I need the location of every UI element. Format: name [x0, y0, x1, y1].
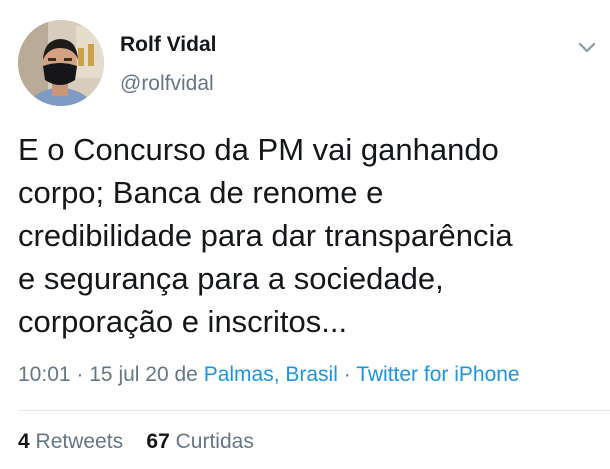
avatar-image — [18, 20, 104, 106]
tweet-time[interactable]: 10:01 — [18, 363, 71, 386]
tweet-text-line: credibilidade para dar transparência — [18, 218, 513, 253]
meta-separator: · — [76, 363, 84, 386]
tweet: Rolf Vidal @rolfvidal E o Concurso da PM… — [0, 0, 610, 469]
tweet-text-line: E o Concurso da PM vai ganhando — [18, 132, 499, 167]
author-handle[interactable]: @rolfvidal — [120, 72, 214, 96]
divider — [18, 410, 610, 411]
tweet-text-line: corpo; Banca de renome e — [18, 175, 384, 210]
author-name[interactable]: Rolf Vidal — [120, 33, 216, 57]
likes-count: 67 — [146, 430, 170, 453]
tweet-date[interactable]: 15 jul 20 de — [89, 363, 198, 386]
tweet-text-line: corporação e inscritos... — [18, 304, 348, 339]
likes-stat[interactable]: 67 Curtidas — [146, 430, 253, 453]
avatar[interactable] — [18, 20, 104, 106]
retweets-count: 4 — [18, 430, 30, 453]
likes-label: Curtidas — [175, 430, 254, 453]
tweet-stats: 4 Retweets 67 Curtidas — [18, 430, 254, 454]
retweets-label: Retweets — [35, 430, 124, 453]
tweet-location-link[interactable]: Palmas, Brasil — [204, 363, 338, 386]
chevron-down-icon[interactable] — [576, 36, 598, 58]
tweet-text-line: e segurança para a sociedade, — [18, 261, 444, 296]
tweet-source-link[interactable]: Twitter for iPhone — [356, 363, 519, 386]
tweet-text: E o Concurso da PM vai ganhando corpo; B… — [18, 128, 593, 343]
tweet-meta: 10:01 · 15 jul 20 de Palmas, Brasil · Tw… — [18, 363, 520, 387]
meta-separator: · — [343, 363, 351, 386]
retweets-stat[interactable]: 4 Retweets — [18, 430, 123, 453]
